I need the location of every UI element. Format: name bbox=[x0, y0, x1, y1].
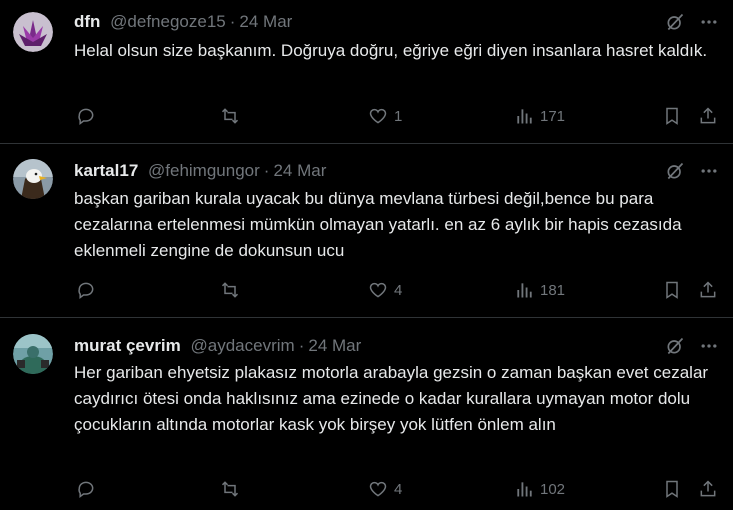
like-icon bbox=[369, 108, 387, 124]
reply-icon bbox=[78, 282, 94, 299]
view-count: 171 bbox=[540, 107, 566, 125]
tweet-date[interactable]: 24 Mar bbox=[239, 12, 292, 31]
reply-icon bbox=[78, 108, 94, 125]
share-button[interactable] bbox=[698, 104, 718, 128]
views-button[interactable]: 181 bbox=[514, 278, 565, 302]
avatar-image bbox=[13, 334, 53, 374]
retweet-icon bbox=[221, 108, 239, 124]
like-count: 1 bbox=[394, 107, 403, 125]
reply-button[interactable] bbox=[76, 278, 102, 302]
like-count: 4 bbox=[394, 480, 403, 498]
tweet-date[interactable]: 24 Mar bbox=[273, 161, 326, 180]
retweet-button[interactable] bbox=[220, 104, 246, 128]
views-button[interactable]: 102 bbox=[514, 477, 565, 501]
bookmark-button[interactable] bbox=[662, 278, 682, 302]
views-icon bbox=[517, 109, 532, 124]
separator-dot: · bbox=[298, 336, 305, 355]
bookmark-icon bbox=[666, 480, 678, 498]
retweet-icon bbox=[221, 481, 239, 497]
display-name[interactable]: murat çevrim bbox=[74, 336, 181, 355]
avatar[interactable] bbox=[13, 12, 53, 52]
tweet[interactable]: dfn @defnegoze15 · 24 Mar Helal olsun size… bbox=[0, 0, 733, 143]
views-icon bbox=[517, 283, 532, 298]
tweet-actions: 1 171 bbox=[74, 104, 724, 128]
bookmark-icon bbox=[666, 281, 678, 299]
tweet-text: Helal olsun size başkanım. Doğruya doğru… bbox=[74, 41, 708, 60]
tweet-header: kartal17 @fehimgungor · 24 Mar bbox=[74, 161, 326, 181]
reply-button[interactable] bbox=[76, 477, 102, 501]
share-icon bbox=[700, 281, 716, 298]
tweet-date[interactable]: 24 Mar bbox=[308, 336, 361, 355]
share-icon bbox=[700, 480, 716, 497]
tweet-actions: 4 102 bbox=[74, 477, 724, 501]
avatar-image bbox=[13, 159, 53, 199]
views-button[interactable]: 171 bbox=[514, 104, 565, 128]
more-icon[interactable] bbox=[698, 11, 720, 33]
bookmark-icon bbox=[666, 107, 678, 125]
tweet-text: Her gariban ehyetsiz plakasız motorla ar… bbox=[74, 363, 709, 434]
view-count: 102 bbox=[540, 480, 566, 498]
tweet-actions: 4 181 bbox=[74, 278, 724, 302]
tweet-header: murat çevrim @aydacevrim · 24 Mar bbox=[74, 336, 361, 356]
avatar-image bbox=[13, 12, 53, 52]
like-count: 4 bbox=[394, 281, 403, 299]
avatar[interactable] bbox=[13, 334, 53, 374]
reply-button[interactable] bbox=[76, 104, 102, 128]
grok-icon[interactable] bbox=[664, 11, 686, 33]
like-button[interactable]: 4 bbox=[368, 477, 402, 501]
view-count: 181 bbox=[540, 281, 566, 299]
share-button[interactable] bbox=[698, 477, 718, 501]
avatar[interactable] bbox=[13, 159, 53, 199]
tweet-header: dfn @defnegoze15 · 24 Mar bbox=[74, 12, 292, 32]
grok-icon[interactable] bbox=[664, 335, 686, 357]
like-icon bbox=[369, 282, 387, 298]
separator-dot: · bbox=[263, 161, 270, 180]
display-name[interactable]: kartal17 bbox=[74, 161, 138, 180]
tweet[interactable]: murat çevrim @aydacevrim · 24 Mar Her gari… bbox=[0, 318, 733, 510]
separator-dot: · bbox=[229, 12, 236, 31]
grok-icon[interactable] bbox=[664, 160, 686, 182]
bookmark-button[interactable] bbox=[662, 477, 682, 501]
more-icon[interactable] bbox=[698, 335, 720, 357]
share-icon bbox=[700, 107, 716, 124]
like-button[interactable]: 4 bbox=[368, 278, 402, 302]
user-handle[interactable]: @defnegoze15 bbox=[110, 12, 226, 31]
like-button[interactable]: 1 bbox=[368, 104, 402, 128]
user-handle[interactable]: @aydacevrim bbox=[191, 336, 295, 355]
more-icon[interactable] bbox=[698, 160, 720, 182]
like-icon bbox=[369, 481, 387, 497]
user-handle[interactable]: @fehimgungor bbox=[148, 161, 260, 180]
retweet-icon bbox=[221, 282, 239, 298]
tweet[interactable]: kartal17 @fehimgungor · 24 Mar başkan gari… bbox=[0, 144, 733, 317]
tweet-text: başkan gariban kurala uyacak bu dünya me… bbox=[74, 189, 682, 260]
display-name[interactable]: dfn bbox=[74, 12, 100, 31]
reply-icon bbox=[78, 481, 94, 498]
retweet-button[interactable] bbox=[220, 278, 246, 302]
bookmark-button[interactable] bbox=[662, 104, 682, 128]
retweet-button[interactable] bbox=[220, 477, 246, 501]
views-icon bbox=[517, 482, 532, 497]
share-button[interactable] bbox=[698, 278, 718, 302]
